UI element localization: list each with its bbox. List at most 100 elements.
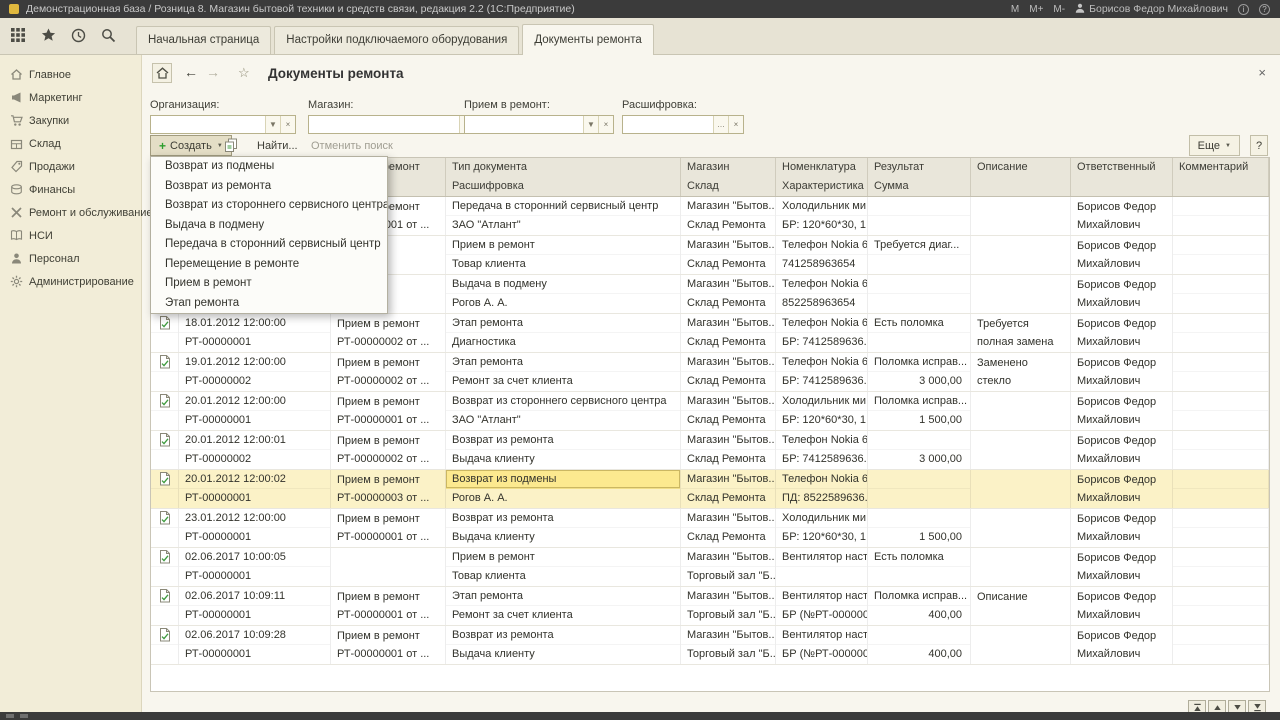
cell-resp: Борисов Федор Михайлович bbox=[1071, 275, 1173, 313]
search-icon[interactable] bbox=[100, 27, 116, 43]
create-menu-item-5[interactable]: Передача в сторонний сервисный центр bbox=[151, 235, 387, 255]
cell-shop: Магазин "Бытов...Торговый зал "Б... bbox=[681, 548, 776, 586]
cell-nom: Телефон Nokia 6...852258963654 bbox=[776, 275, 868, 313]
column-header[interactable]: Описание bbox=[971, 158, 1071, 196]
sidebar-item-purchases[interactable]: Закупки bbox=[0, 109, 141, 132]
shop-field[interactable] bbox=[309, 116, 459, 133]
cell-comm bbox=[1173, 275, 1269, 313]
tab-1[interactable]: Начальная страница bbox=[136, 26, 271, 54]
create-menu-item-4[interactable]: Выдача в подмену bbox=[151, 216, 387, 236]
sidebar-item-label: Ремонт и обслуживание bbox=[29, 207, 153, 219]
clear-icon[interactable]: × bbox=[598, 116, 613, 133]
memory-button-1[interactable]: М bbox=[1011, 4, 1019, 15]
create-menu-item-6[interactable]: Перемещение в ремонте bbox=[151, 255, 387, 275]
create-menu-item-7[interactable]: Прием в ремонт bbox=[151, 274, 387, 294]
sidebar-item-administration[interactable]: Администрирование bbox=[0, 270, 141, 293]
column-header[interactable]: МагазинСклад bbox=[681, 158, 776, 196]
detail-input[interactable]: … × bbox=[622, 115, 744, 134]
bottom-bar bbox=[0, 712, 1280, 720]
favorite-star-icon[interactable]: ☆ bbox=[238, 65, 250, 81]
favorites-icon[interactable] bbox=[40, 27, 56, 43]
column-header[interactable]: РезультатСумма bbox=[868, 158, 971, 196]
help-button[interactable]: ? bbox=[1250, 135, 1268, 156]
back-button[interactable]: ← bbox=[184, 64, 198, 80]
personnel-icon bbox=[10, 252, 23, 265]
current-user[interactable]: Борисов Федор Михайлович bbox=[1075, 3, 1228, 16]
sidebar-item-label: Маркетинг bbox=[29, 92, 82, 104]
cell-ico bbox=[151, 626, 179, 664]
sidebar-item-personnel[interactable]: Персонал bbox=[0, 247, 141, 270]
cell-shop: Магазин "Бытов...Торговый зал "Б... bbox=[681, 626, 776, 664]
column-header[interactable]: НоменклатураХарактеристика bbox=[776, 158, 868, 196]
table-row[interactable]: 23.01.2012 12:00:00РТ-00000001Прием в ре… bbox=[151, 509, 1269, 548]
create-menu-item-3[interactable]: Возврат из стороннего сервисного центра bbox=[151, 196, 387, 216]
tab-2[interactable]: Настройки подключаемого оборудования bbox=[274, 26, 519, 54]
repair-receipt-input[interactable]: ▼ × bbox=[464, 115, 614, 134]
cell-shop: Магазин "Бытов...Склад Ремонта bbox=[681, 509, 776, 547]
table-row[interactable]: 02.06.2017 10:09:11РТ-00000001Прием в ре… bbox=[151, 587, 1269, 626]
cell-type: Этап ремонтаРемонт за счет клиента bbox=[446, 353, 681, 391]
find-button[interactable]: Найти... bbox=[248, 135, 307, 156]
create-menu-item-2[interactable]: Возврат из ремонта bbox=[151, 177, 387, 197]
cell-comm bbox=[1173, 197, 1269, 235]
cell-res: Есть поломка bbox=[868, 548, 971, 586]
filter-label: Магазин: bbox=[308, 99, 438, 111]
close-form-icon[interactable]: × bbox=[1258, 65, 1266, 80]
column-header[interactable]: Ответственный bbox=[1071, 158, 1173, 196]
table-row[interactable]: 19.01.2012 12:00:00РТ-00000002Прием в ре… bbox=[151, 353, 1269, 392]
sidebar-item-warehouse[interactable]: Склад bbox=[0, 132, 141, 155]
cell-nom: Телефон Nokia 6...БР: 7412589636... bbox=[776, 353, 868, 391]
home-button[interactable] bbox=[152, 63, 172, 83]
clear-icon[interactable]: × bbox=[728, 116, 743, 133]
repair-receipt-field[interactable] bbox=[465, 116, 583, 133]
create-menu-item-1[interactable]: Возврат из подмены bbox=[151, 157, 387, 177]
sidebar-item-nsi[interactable]: НСИ bbox=[0, 224, 141, 247]
table-row[interactable]: 20.01.2012 12:00:01РТ-00000002Прием в ре… bbox=[151, 431, 1269, 470]
titlebar-help-icon[interactable]: ? bbox=[1259, 4, 1270, 15]
organization-input[interactable]: ▼ × bbox=[150, 115, 296, 134]
ellipsis-icon[interactable]: … bbox=[713, 116, 728, 133]
memory-button-3[interactable]: М- bbox=[1053, 4, 1065, 15]
main-menu-icon[interactable] bbox=[10, 27, 26, 43]
organization-field[interactable] bbox=[151, 116, 265, 133]
table-row[interactable]: 20.01.2012 12:00:00РТ-00000001Прием в ре… bbox=[151, 392, 1269, 431]
cell-res: 3 000,00 bbox=[868, 431, 971, 469]
copy-button[interactable] bbox=[220, 135, 242, 156]
memory-button-2[interactable]: М+ bbox=[1029, 4, 1043, 15]
history-icon[interactable] bbox=[70, 27, 86, 43]
dropdown-icon[interactable]: ▼ bbox=[265, 116, 280, 133]
cell-resp: Борисов Федор Михайлович bbox=[1071, 470, 1173, 508]
sidebar-item-label: НСИ bbox=[29, 230, 53, 242]
clear-icon[interactable]: × bbox=[280, 116, 295, 133]
header-line2 bbox=[1071, 177, 1172, 196]
table-row[interactable]: 20.01.2012 12:00:02РТ-00000001Прием в ре… bbox=[151, 470, 1269, 509]
cell-shop: Магазин "Бытов...Склад Ремонта bbox=[681, 314, 776, 352]
cancel-search-button[interactable]: Отменить поиск bbox=[302, 135, 402, 156]
header-line1: Комментарий bbox=[1173, 158, 1268, 177]
info-icon[interactable]: i bbox=[1238, 4, 1249, 15]
cell-ico bbox=[151, 470, 179, 508]
column-header[interactable]: Комментарий bbox=[1173, 158, 1269, 196]
cell-resp: Борисов Федор Михайлович bbox=[1071, 236, 1173, 274]
top-panel: Начальная страницаНастройки подключаемог… bbox=[0, 18, 1280, 55]
sidebar-item-main[interactable]: Главное bbox=[0, 63, 141, 86]
dropdown-icon[interactable]: ▼ bbox=[583, 116, 598, 133]
tab-3[interactable]: Документы ремонта bbox=[522, 24, 653, 55]
table-row[interactable]: 18.01.2012 12:00:00РТ-00000001Прием в ре… bbox=[151, 314, 1269, 353]
sidebar-item-repair[interactable]: Ремонт и обслуживание bbox=[0, 201, 141, 224]
table-row[interactable]: 02.06.2017 10:00:05РТ-00000001Прием в ре… bbox=[151, 548, 1269, 587]
sidebar-item-marketing[interactable]: Маркетинг bbox=[0, 86, 141, 109]
more-button[interactable]: Еще ▼ bbox=[1189, 135, 1240, 156]
shop-input[interactable]: ▼ × bbox=[308, 115, 490, 134]
detail-field[interactable] bbox=[623, 116, 713, 133]
table-row[interactable]: 02.06.2017 10:09:28РТ-00000001Прием в ре… bbox=[151, 626, 1269, 665]
sidebar-item-finance[interactable]: Финансы bbox=[0, 178, 141, 201]
sidebar-item-sales[interactable]: Продажи bbox=[0, 155, 141, 178]
cell-desc bbox=[971, 431, 1071, 469]
user-name: Борисов Федор Михайлович bbox=[1089, 3, 1228, 15]
create-menu-item-8[interactable]: Этап ремонта bbox=[151, 294, 387, 314]
forward-button[interactable]: → bbox=[206, 64, 220, 80]
cell-base: Прием в ремонт РТ-00000002 от ... bbox=[331, 431, 446, 469]
column-header[interactable]: Тип документаРасшифровка bbox=[446, 158, 681, 196]
cell-shop: Магазин "Бытов...Склад Ремонта bbox=[681, 353, 776, 391]
